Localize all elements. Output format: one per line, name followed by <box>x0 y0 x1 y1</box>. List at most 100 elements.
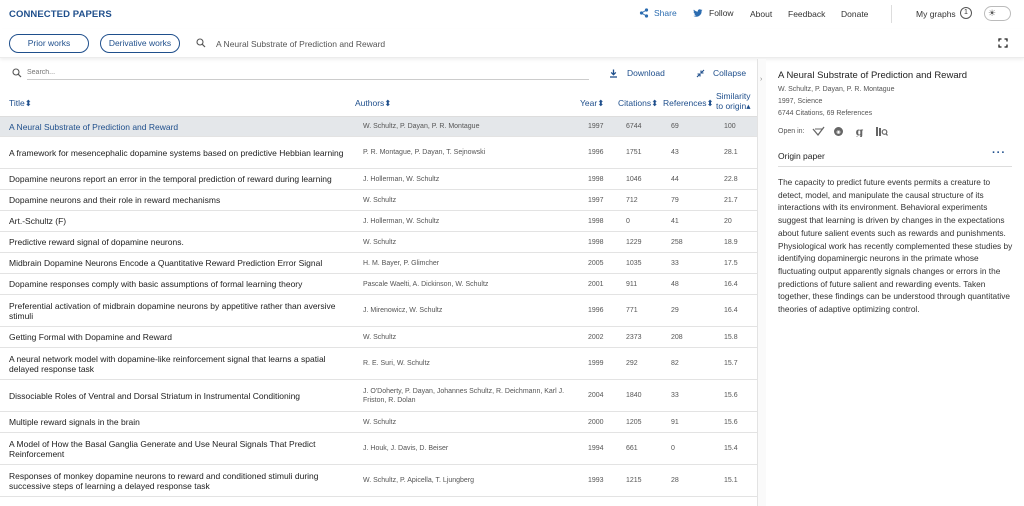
open-in-row: Open in: ◉ g <box>778 126 889 139</box>
paper-similarity-cell: 20 <box>724 217 732 225</box>
paper-similarity-cell: 15.6 <box>724 418 738 426</box>
paper-citations-cell: 1205 <box>626 418 642 426</box>
paper-references-cell: 29 <box>671 307 679 314</box>
table-row[interactable]: Preferential activation of midbrain dopa… <box>0 295 757 327</box>
share-icon <box>639 8 649 18</box>
fullscreen-icon[interactable] <box>998 38 1008 48</box>
detail-counts: 6744 Citations, 69 References <box>778 110 873 117</box>
paper-references-cell: 79 <box>671 196 679 204</box>
paper-title-cell: Multiple reward signals in the brain <box>9 417 140 427</box>
sort-similarity-header[interactable]: Similarity to origin▴ <box>716 91 751 111</box>
paper-year-cell: 1998 <box>588 175 604 183</box>
semantic-scholar-icon[interactable] <box>812 126 825 137</box>
paper-year-cell: 1996 <box>588 149 604 156</box>
paper-references-cell: 44 <box>671 175 679 183</box>
follow-button[interactable]: Follow <box>693 8 734 18</box>
paper-similarity-cell: 22.8 <box>724 175 738 183</box>
paper-references-cell: 33 <box>671 392 679 399</box>
table-row[interactable]: Midbrain Dopamine Neurons Encode a Quant… <box>0 253 757 274</box>
library-icon[interactable] <box>875 126 889 137</box>
paper-references-cell: 28 <box>671 477 679 484</box>
table-row[interactable]: Responses of monkey dopamine neurons to … <box>0 465 757 497</box>
follow-label: Follow <box>709 8 734 18</box>
paper-authors-cell: W. Schultz, P. Dayan, P. R. Montague <box>363 123 480 130</box>
table-row[interactable]: Multiple reward signals in the brain W. S… <box>0 412 757 433</box>
paper-authors-cell: P. R. Montague, P. Dayan, T. Sejnowski <box>363 149 486 156</box>
graph-search-bar: Prior works Derivative works A Neural Su… <box>0 29 1024 58</box>
graph-search-input[interactable]: A Neural Substrate of Prediction and Rew… <box>216 39 385 49</box>
paper-year-cell: 1998 <box>588 217 604 225</box>
paper-citations-cell: 6744 <box>626 123 642 130</box>
paper-references-cell: 91 <box>671 418 679 426</box>
svg-text:◉: ◉ <box>837 130 841 136</box>
derivative-works-button[interactable]: Derivative works <box>100 34 180 53</box>
download-label: Download <box>627 68 665 78</box>
paper-title-cell: Art.-Schultz (F) <box>9 216 67 226</box>
detail-authors: W. Schultz, P. Dayan, P. R. Montague <box>778 86 895 93</box>
paper-year-cell: 2000 <box>588 418 604 426</box>
table-row[interactable]: Dopamine neurons report an error in the … <box>0 169 757 190</box>
share-button[interactable]: Share <box>639 8 677 18</box>
about-link[interactable]: About <box>750 9 772 19</box>
paper-references-cell: 43 <box>671 149 679 156</box>
table-row[interactable]: Predictive reward signal of dopamine neu… <box>0 232 757 253</box>
more-options-icon[interactable]: ··· <box>992 147 1006 159</box>
table-row[interactable]: Dopamine responses comply with basic ass… <box>0 274 757 295</box>
sort-year-header[interactable]: Year⬍ <box>580 98 604 109</box>
donate-link[interactable]: Donate <box>841 9 868 19</box>
table-row[interactable]: Art.-Schultz (F) J. Hollerman, W. Schultz… <box>0 211 757 232</box>
sort-citations-header[interactable]: Citations⬍ <box>618 98 658 109</box>
collapse-button[interactable]: Collapse <box>696 68 746 78</box>
paper-citations-cell: 1035 <box>626 259 642 267</box>
paper-title-cell: Dopamine neurons and their role in rewar… <box>9 195 221 205</box>
paper-citations-cell: 1046 <box>626 175 642 183</box>
paper-authors-cell: J. Hollerman, W. Schultz <box>363 217 440 225</box>
sort-authors-header[interactable]: Authors⬍ <box>355 98 391 109</box>
paper-similarity-cell: 28.1 <box>724 149 738 156</box>
collapse-icon <box>696 69 705 77</box>
detail-title[interactable]: A Neural Substrate of Prediction and Rew… <box>778 70 967 81</box>
paper-authors-cell: W. Schultz <box>363 333 397 341</box>
paper-references-cell: 258 <box>671 238 683 246</box>
theme-toggle[interactable]: ☀ <box>984 6 1011 21</box>
list-filter-input[interactable] <box>27 66 589 80</box>
paper-references-cell: 208 <box>671 333 683 341</box>
download-button[interactable]: Download <box>609 68 665 78</box>
paper-similarity-cell: 15.7 <box>724 360 738 367</box>
table-row[interactable]: Dopamine neurons and their role in rewar… <box>0 190 757 211</box>
table-row[interactable]: A Neural Substrate of Prediction and Rew… <box>0 117 757 137</box>
pubmed-icon[interactable]: ◉ <box>833 126 846 137</box>
paper-year-cell: 1999 <box>588 360 604 367</box>
top-bar: CONNECTED PAPERS Share Follow About Feed… <box>0 0 1024 29</box>
paper-year-cell: 1993 <box>588 477 604 484</box>
google-scholar-icon[interactable]: g <box>854 126 867 139</box>
paper-authors-cell: H. M. Bayer, P. Glimcher <box>363 259 440 267</box>
table-row[interactable]: Dissociable Roles of Ventral and Dorsal … <box>0 380 757 412</box>
table-row[interactable]: A Model of How the Basal Ganglia Generat… <box>0 433 757 465</box>
feedback-link[interactable]: Feedback <box>788 9 825 19</box>
paper-citations-cell: 1751 <box>626 149 642 156</box>
paper-citations-cell: 1215 <box>626 477 642 484</box>
paper-citations-cell: 0 <box>626 217 630 225</box>
prior-works-button[interactable]: Prior works <box>9 34 89 53</box>
paper-authors-cell: W. Schultz <box>363 418 397 426</box>
table-row[interactable]: A framework for mesencephalic dopamine s… <box>0 137 757 169</box>
paper-year-cell: 1997 <box>588 196 604 204</box>
sort-references-header[interactable]: References⬍ <box>663 98 714 109</box>
brand-logo[interactable]: CONNECTED PAPERS <box>9 9 112 20</box>
sort-title-header[interactable]: Title⬍ <box>9 98 32 109</box>
paper-title-cell: Midbrain Dopamine Neurons Encode a Quant… <box>9 258 323 268</box>
paper-title-cell: A Neural Substrate of Prediction and Rew… <box>9 121 179 132</box>
paper-citations-cell: 911 <box>626 280 638 288</box>
paper-year-cell: 1996 <box>588 307 604 314</box>
paper-title-cell: Dopamine responses comply with basic ass… <box>9 279 303 289</box>
detail-year-venue: 1997, Science <box>778 98 823 105</box>
table-row[interactable]: A neural network model with dopamine-lik… <box>0 348 757 380</box>
paper-similarity-cell: 100 <box>724 123 736 130</box>
paper-detail-panel: A Neural Substrate of Prediction and Rew… <box>767 59 1024 506</box>
paper-year-cell: 2002 <box>588 333 604 341</box>
table-row[interactable]: Getting Formal with Dopamine and Reward W… <box>0 327 757 348</box>
my-graphs-link[interactable]: My graphs <box>916 9 956 19</box>
paper-similarity-cell: 17.5 <box>724 259 738 267</box>
panel-resize-handle[interactable]: › <box>757 59 766 506</box>
